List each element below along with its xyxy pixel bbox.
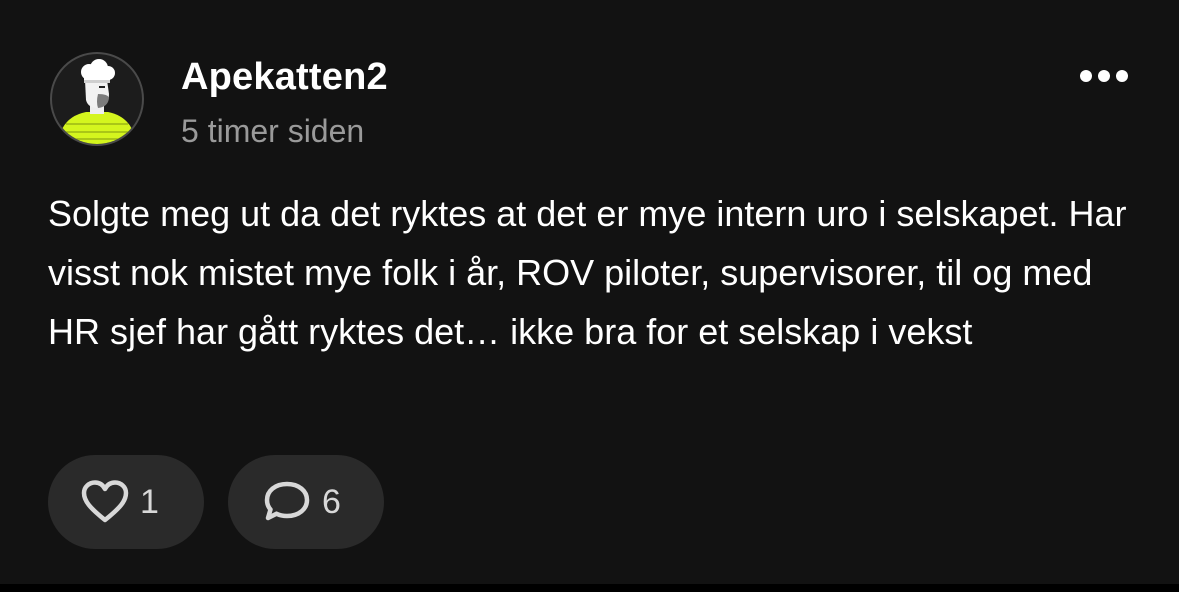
more-options-button[interactable] bbox=[1074, 58, 1134, 94]
chef-avatar-icon bbox=[60, 59, 134, 144]
bottom-divider bbox=[0, 584, 1179, 592]
comment-bubble-icon bbox=[262, 479, 312, 525]
post-body-text: Solgte meg ut da det ryktes at det er my… bbox=[48, 193, 1127, 352]
like-count: 1 bbox=[140, 483, 159, 521]
more-options-icon bbox=[1080, 70, 1128, 82]
like-button[interactable]: 1 bbox=[48, 455, 204, 549]
heart-icon bbox=[80, 479, 130, 525]
comment-button[interactable]: 6 bbox=[228, 455, 384, 549]
author-name[interactable]: Apekatten2 bbox=[181, 55, 388, 99]
comment-count: 6 bbox=[322, 483, 341, 521]
post-timestamp: 5 timer siden bbox=[181, 113, 365, 149]
author-avatar[interactable] bbox=[50, 52, 144, 146]
post-card: Apekatten2 5 timer siden Solgte meg ut d… bbox=[0, 0, 1179, 584]
